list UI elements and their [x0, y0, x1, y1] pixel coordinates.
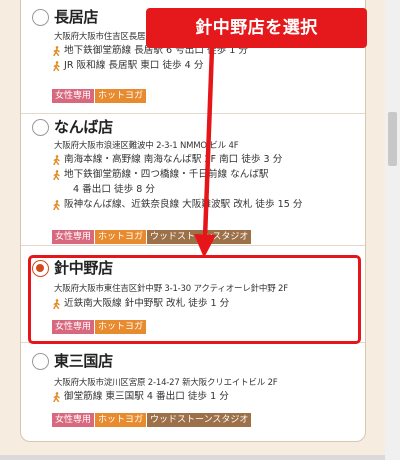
store-name: 長居店 — [54, 8, 99, 26]
walking-person-icon — [53, 155, 60, 165]
access-text: 近鉄南大阪線 針中野駅 改札 徒歩 1 分 — [64, 298, 230, 309]
access-text: JR 阪和線 長居駅 東口 徒歩 4 分 — [64, 60, 204, 71]
store-item-harinakano[interactable]: 針中野店 大阪府大阪市東住吉区針中野 3-1-30 アクティオーレ針中野 2F … — [21, 246, 365, 343]
store-address: 大阪府大阪市住吉区長居東 — [54, 32, 154, 42]
store-list: 長居店 大阪府大阪市住吉区長居東 地下鉄御堂筋線 長居駅 6 号出口 徒歩 1 … — [20, 0, 366, 442]
radio-namba[interactable] — [32, 119, 49, 136]
tag-hot-yoga: ホットヨガ — [95, 230, 147, 244]
tag-woodstone-studio: ウッドストーンスタジオ — [147, 413, 252, 427]
store-access: 南海本線・高野線 南海なんば駅 2F 南口 徒歩 3 分 地下鉄御堂筋線・四つ橋… — [52, 152, 303, 212]
store-tags: 女性専用 ホットヨガ — [52, 89, 147, 103]
tag-women-only: 女性専用 — [52, 320, 95, 334]
store-access: 御堂筋線 東三国駅 4 番出口 徒歩 1 分 — [52, 389, 229, 404]
annotation-callout: 針中野店を選択 — [146, 8, 367, 48]
panel-bottom-edge — [0, 455, 385, 460]
store-name: なんば店 — [54, 118, 113, 136]
walking-person-icon — [53, 392, 60, 402]
store-item-namba[interactable]: なんば店 大阪府大阪市浪速区難波中 2-3-1 NMMO ビル 4F 南海本線・… — [21, 114, 365, 246]
radio-harinakano[interactable] — [32, 260, 49, 277]
tag-women-only: 女性専用 — [52, 413, 95, 427]
access-line: 近鉄南大阪線 針中野駅 改札 徒歩 1 分 — [52, 296, 229, 311]
store-address: 大阪府大阪市浪速区難波中 2-3-1 NMMO ビル 4F — [54, 141, 239, 151]
access-line: JR 阪和線 長居駅 東口 徒歩 4 分 — [52, 58, 248, 73]
access-text: 4 番出口 徒歩 8 分 — [73, 184, 155, 195]
store-tags: 女性専用 ホットヨガ — [52, 320, 147, 334]
tag-hot-yoga: ホットヨガ — [95, 320, 147, 334]
store-selection-panel: 長居店 大阪府大阪市住吉区長居東 地下鉄御堂筋線 長居駅 6 号出口 徒歩 1 … — [0, 0, 385, 460]
access-line: 南海本線・高野線 南海なんば駅 2F 南口 徒歩 3 分 — [52, 152, 303, 167]
walking-person-icon — [53, 170, 60, 180]
store-address: 大阪府大阪市淀川区宮原 2-14-27 新大阪クリエイトビル 2F — [54, 378, 278, 388]
store-item-higashimikuni[interactable]: 東三国店 大阪府大阪市淀川区宮原 2-14-27 新大阪クリエイトビル 2F 御… — [21, 343, 365, 441]
store-address: 大阪府大阪市東住吉区針中野 3-1-30 アクティオーレ針中野 2F — [54, 284, 288, 294]
store-name: 東三国店 — [54, 352, 113, 370]
access-text: 南海本線・高野線 南海なんば駅 2F 南口 徒歩 3 分 — [64, 154, 283, 165]
access-text: 地下鉄御堂筋線・四つ橋線・千日前線 なんば駅 — [64, 169, 269, 180]
walking-person-icon — [53, 200, 60, 210]
radio-nagai[interactable] — [32, 9, 49, 26]
access-text: 阪神なんば線、近鉄奈良線 大阪難波駅 改札 徒歩 15 分 — [64, 199, 303, 210]
access-line: 御堂筋線 東三国駅 4 番出口 徒歩 1 分 — [52, 389, 229, 404]
access-line-continued: 4 番出口 徒歩 8 分 — [52, 182, 303, 197]
store-name: 針中野店 — [54, 259, 113, 277]
access-line: 地下鉄御堂筋線・四つ橋線・千日前線 なんば駅 — [52, 167, 303, 182]
store-tags: 女性専用 ホットヨガ ウッドストーンスタジオ — [52, 413, 252, 427]
access-text: 御堂筋線 東三国駅 4 番出口 徒歩 1 分 — [64, 391, 229, 402]
tag-women-only: 女性専用 — [52, 230, 95, 244]
walking-person-icon — [53, 299, 60, 309]
access-line: 阪神なんば線、近鉄奈良線 大阪難波駅 改札 徒歩 15 分 — [52, 197, 303, 212]
tag-hot-yoga: ホットヨガ — [95, 89, 147, 103]
scrollbar[interactable] — [385, 0, 400, 460]
radio-higashimikuni[interactable] — [32, 353, 49, 370]
store-tags: 女性専用 ホットヨガ ウッドストーンスタジオ — [52, 230, 252, 244]
tag-woodstone-studio: ウッドストーンスタジオ — [147, 230, 252, 244]
tag-women-only: 女性専用 — [52, 89, 95, 103]
scrollbar-thumb[interactable] — [388, 112, 397, 166]
store-access: 近鉄南大阪線 針中野駅 改札 徒歩 1 分 — [52, 296, 229, 311]
tag-hot-yoga: ホットヨガ — [95, 413, 147, 427]
walking-person-icon — [53, 46, 60, 56]
walking-person-icon — [53, 61, 60, 71]
